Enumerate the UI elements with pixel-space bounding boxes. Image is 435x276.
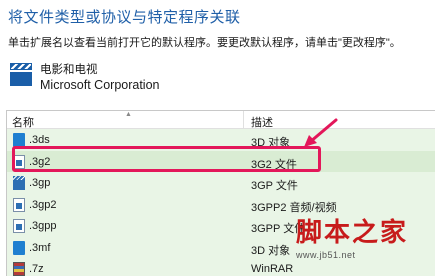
file-extension: .3gp [29,177,51,189]
column-header-name[interactable]: 名称 [12,114,34,130]
list-header: ▲ 名称 描述 [7,111,435,129]
annotation-arrow-icon [304,118,338,147]
file-description: 3D 对象 [251,244,291,257]
watermark-url: www.jb51.net [296,250,356,260]
3d-object-icon [13,240,25,255]
file-extension: .3mf [29,241,51,254]
winrar-archive-icon [13,262,25,276]
app-company: Microsoft Corporation [40,78,160,92]
file-extension: .3ds [29,134,50,146]
sort-caret-icon: ▲ [125,111,132,118]
list-row[interactable]: .3gp 3GP 文件 [7,172,435,194]
file-description: WinRAR [251,263,294,275]
list-row[interactable]: .3gp2 3GPP2 音频/视频 [7,194,435,216]
highlight-box [12,146,321,172]
column-header-description[interactable]: 描述 [251,114,273,130]
3d-object-icon [13,133,25,147]
column-divider[interactable] [243,111,244,129]
file-extension: .3gp2 [29,198,57,211]
instructions-text: 单击扩展名以查看当前打开它的默认程序。要更改默认程序，请单击"更改程序"。 [8,37,401,49]
file-description: 3GPP2 音频/视频 [251,201,337,214]
video-file-icon [13,176,25,190]
watermark-logo: 脚本之家 [296,218,409,248]
file-extension: .7z [29,263,44,275]
video-file-icon [13,197,25,212]
film-clapper-icon [10,63,32,87]
app-name: 电影和电视 [40,64,98,76]
file-extension: .3gpp [29,220,57,232]
watermark: 脚本之家 www.jb51.net [296,218,432,274]
current-app: 电影和电视 Microsoft Corporation [10,60,190,96]
file-description: 3GP 文件 [251,180,298,192]
page-title: 将文件类型或协议与特定程序关联 [8,9,241,26]
video-file-icon [13,219,25,233]
